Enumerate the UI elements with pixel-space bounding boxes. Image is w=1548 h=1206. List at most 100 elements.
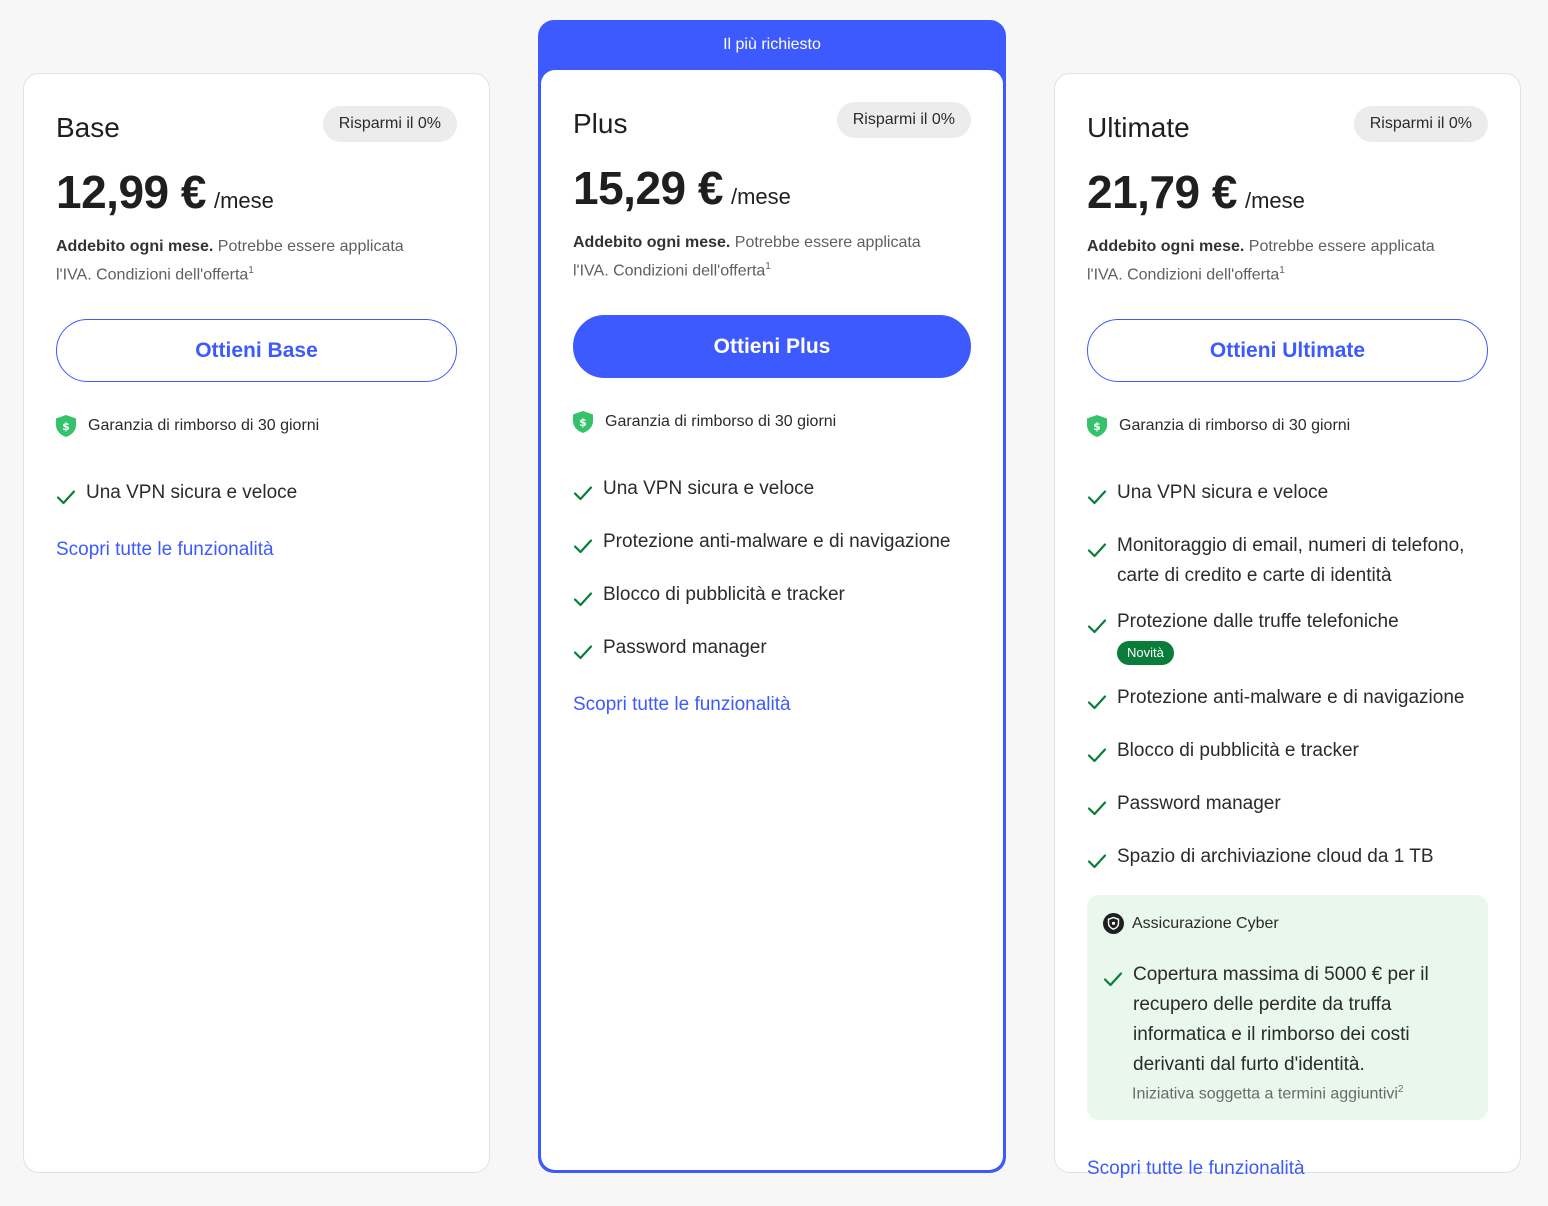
feature-item: Una VPN sicura e veloce — [56, 478, 457, 515]
guarantee: $ Garanzia di rimborso di 30 giorni — [56, 414, 457, 438]
billing-bold: Addebito ogni mese. — [56, 238, 214, 255]
feature-content: Password manager — [1117, 789, 1281, 826]
plan-name: Ultimate — [1087, 112, 1190, 143]
feature-list: Una VPN sicura e veloce Protezione anti-m… — [573, 474, 971, 670]
feature-item: Password manager — [573, 633, 971, 670]
plan-name: Plus — [573, 108, 628, 139]
price: 15,29 € — [573, 162, 723, 214]
price-period: /mese — [213, 188, 274, 213]
see-all-features-link[interactable]: Scopri tutte le funzionalità — [1087, 1158, 1305, 1180]
see-all-features-link[interactable]: Scopri tutte le funzionalità — [573, 694, 791, 716]
cyber-insurance-box: Assicurazione Cyber Copertura massima di… — [1087, 895, 1488, 1120]
guarantee: $ Garanzia di rimborso di 30 giorni — [1087, 414, 1488, 438]
insurance-header: Assicurazione Cyber — [1103, 913, 1472, 935]
feature-content: Monitoraggio di email, numeri di telefon… — [1117, 531, 1488, 591]
feature-item: Password manager — [1087, 789, 1488, 826]
plan-header: Plus Risparmi il 0% — [573, 102, 971, 154]
billing-info: Addebito ogni mese. Potrebbe essere appl… — [56, 235, 436, 287]
feature-item: Spazio di archiviazione cloud da 1 TB — [1087, 842, 1488, 879]
price-period: /mese — [1244, 188, 1305, 213]
guarantee-label: Garanzia di rimborso di 30 giorni — [1119, 417, 1351, 435]
feature-text: Una VPN sicura e veloce — [1117, 482, 1329, 504]
price: 12,99 € — [56, 166, 206, 218]
get-base-button[interactable]: Ottieni Base — [56, 319, 457, 383]
feature-text: Password manager — [1117, 793, 1281, 815]
check-icon — [573, 534, 603, 564]
feature-content: Blocco di pubblicità e tracker — [1117, 736, 1359, 773]
guarantee-label: Garanzia di rimborso di 30 giorni — [605, 413, 837, 431]
feature-text: Protezione anti-malware e di navigazione — [603, 531, 951, 553]
shield-dollar-icon: $ — [1087, 415, 1107, 438]
feature-text: Blocco di pubblicità e tracker — [603, 584, 845, 606]
price-row: 15,29 € /mese — [573, 161, 971, 221]
feature-item: Una VPN sicura e veloce — [1087, 478, 1488, 515]
svg-text:$: $ — [1093, 420, 1101, 433]
savings-badge: Risparmi il 0% — [836, 102, 971, 138]
savings-badge: Risparmi il 0% — [1353, 106, 1488, 142]
svg-text:$: $ — [62, 420, 70, 433]
check-icon — [1087, 690, 1117, 720]
check-icon — [56, 485, 86, 515]
check-icon — [1087, 614, 1117, 667]
footnote-ref: 2 — [1397, 1084, 1404, 1096]
feature-text: Blocco di pubblicità e tracker — [1117, 740, 1359, 762]
plan-card-base: Base Risparmi il 0% 12,99 € /mese Addebi… — [23, 73, 490, 1173]
feature-text: Protezione anti-malware e di navigazione — [1117, 687, 1465, 709]
plan-name: Base — [56, 112, 120, 143]
check-icon — [1087, 538, 1117, 591]
feature-content: Protezione dalle truffe telefoniche Novit… — [1117, 607, 1399, 667]
most-popular-ribbon: Il più richiesto — [723, 36, 821, 53]
billing-info: Addebito ogni mese. Potrebbe essere appl… — [573, 231, 953, 283]
shield-dollar-icon: $ — [573, 411, 593, 434]
check-icon — [1087, 849, 1117, 879]
insurance-note-text: Iniziativa soggetta a termini aggiuntivi — [1132, 1085, 1398, 1103]
price-row: 21,79 € /mese — [1087, 165, 1488, 225]
shield-badge-icon — [1103, 913, 1124, 935]
check-icon — [573, 587, 603, 617]
feature-content: Una VPN sicura e veloce — [86, 478, 297, 515]
check-icon — [1087, 743, 1117, 773]
billing-bold: Addebito ogni mese. — [1087, 238, 1245, 255]
feature-item: Blocco di pubblicità e tracker — [1087, 736, 1488, 773]
feature-text: Spazio di archiviazione cloud da 1 TB — [1117, 846, 1434, 868]
feature-text: Protezione dalle truffe telefoniche — [1117, 611, 1399, 633]
check-icon — [573, 481, 603, 511]
shield-dollar-icon: $ — [56, 415, 76, 438]
feature-item: Protezione anti-malware e di navigazione — [573, 527, 971, 564]
insurance-title: Assicurazione Cyber — [1132, 914, 1279, 932]
price-period: /mese — [730, 184, 791, 209]
feature-item: Una VPN sicura e veloce — [573, 474, 971, 511]
feature-text: Una VPN sicura e veloce — [603, 478, 815, 500]
see-all-features-link[interactable]: Scopri tutte le funzionalità — [56, 539, 274, 561]
plan-card-plus-highlight: Il più richiesto Plus Risparmi il 0% 15,… — [538, 20, 1006, 1173]
feature-content: Blocco di pubblicità e tracker — [603, 580, 845, 617]
check-icon — [1087, 796, 1117, 826]
footnote-ref: 1 — [248, 265, 254, 276]
feature-text: Password manager — [603, 637, 767, 659]
get-ultimate-button[interactable]: Ottieni Ultimate — [1087, 319, 1488, 383]
get-plus-button[interactable]: Ottieni Plus — [573, 315, 971, 379]
guarantee: $ Garanzia di rimborso di 30 giorni — [573, 410, 971, 434]
feature-content: Spazio di archiviazione cloud da 1 TB — [1117, 842, 1434, 879]
footnote-ref: 1 — [765, 261, 771, 272]
feature-list: Una VPN sicura e veloce Monitoraggio di e… — [1087, 478, 1488, 879]
plan-card-ultimate: Ultimate Risparmi il 0% 21,79 € /mese Ad… — [1054, 73, 1521, 1179]
guarantee-label: Garanzia di rimborso di 30 giorni — [88, 417, 320, 435]
savings-badge: Risparmi il 0% — [322, 106, 457, 142]
billing-info: Addebito ogni mese. Potrebbe essere appl… — [1087, 235, 1467, 287]
price-row: 12,99 € /mese — [56, 165, 457, 225]
plan-header: Ultimate Risparmi il 0% — [1087, 106, 1488, 158]
feature-item: Protezione anti-malware e di navigazione — [1087, 683, 1488, 720]
check-icon — [1103, 967, 1133, 1080]
feature-list: Una VPN sicura e veloce — [56, 478, 457, 515]
feature-content: Password manager — [603, 633, 767, 670]
check-icon — [1087, 485, 1117, 515]
feature-content: Una VPN sicura e veloce — [603, 474, 814, 511]
insurance-text: Copertura massima di 5000 € per il recup… — [1133, 964, 1429, 1076]
insurance-item: Copertura massima di 5000 € per il recup… — [1103, 960, 1472, 1080]
footnote-ref: 1 — [1279, 265, 1285, 276]
billing-bold: Addebito ogni mese. — [573, 234, 731, 251]
feature-item: Protezione dalle truffe telefoniche Novit… — [1087, 607, 1488, 667]
feature-item: Blocco di pubblicità e tracker — [573, 580, 971, 617]
plan-header: Base Risparmi il 0% — [56, 106, 457, 158]
